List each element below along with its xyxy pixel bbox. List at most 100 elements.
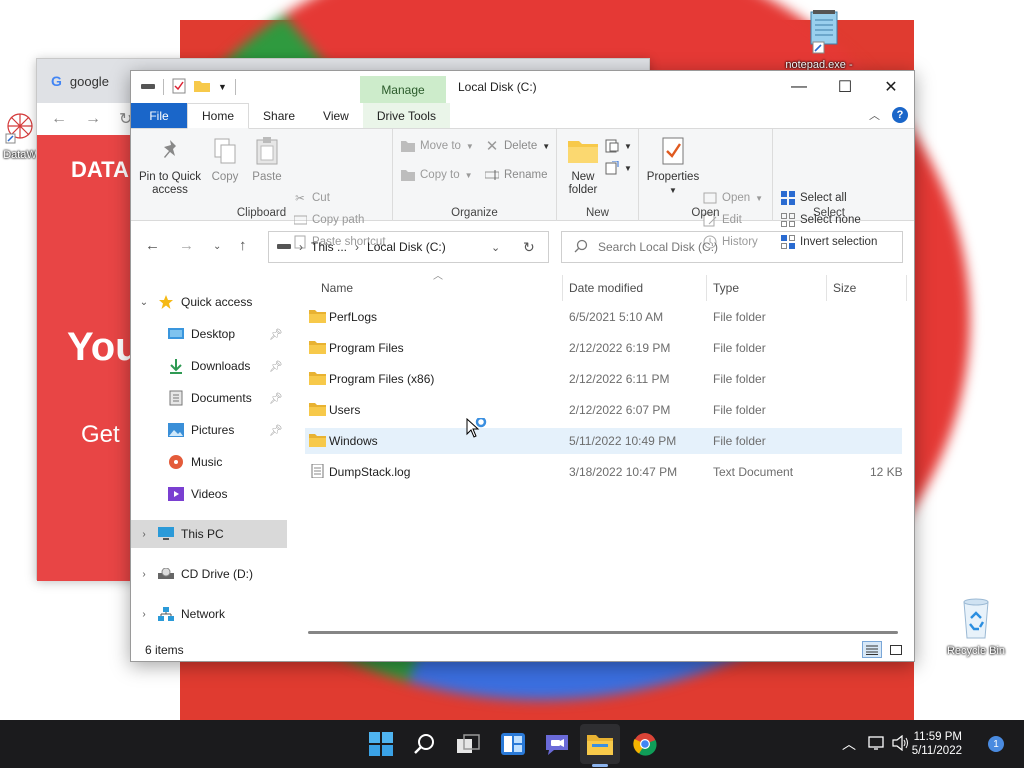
recent-locations-chevron-icon[interactable]: ⌄ bbox=[213, 241, 221, 252]
help-icon[interactable]: ? bbox=[892, 107, 908, 123]
sidebar-item-videos[interactable]: Videos bbox=[131, 480, 287, 508]
breadcrumb-local-disk[interactable]: Local Disk (C:) bbox=[367, 240, 446, 254]
manage-tab[interactable]: Manage bbox=[360, 76, 446, 103]
chevron-right-icon[interactable]: › bbox=[137, 569, 151, 580]
paste-button[interactable]: Paste bbox=[247, 135, 287, 184]
navigation-pane: ⌄ Quick access Desktop 📌︎ Downloads 📌︎ D… bbox=[131, 275, 291, 643]
tab-file[interactable]: File bbox=[131, 103, 187, 128]
maximize-button[interactable]: ☐ bbox=[822, 71, 868, 103]
breadcrumb-chevron-icon: › bbox=[355, 240, 360, 254]
file-row[interactable]: PerfLogs 6/5/2021 5:10 AM File folder bbox=[305, 304, 902, 330]
sidebar-item-downloads[interactable]: Downloads 📌︎ bbox=[131, 352, 287, 380]
search-input[interactable]: Search Local Disk (C:) bbox=[561, 231, 903, 263]
select-all-button[interactable]: Select all bbox=[781, 191, 847, 205]
details-view-icon[interactable] bbox=[862, 641, 882, 658]
chevron-right-icon[interactable]: › bbox=[137, 529, 151, 540]
window-title: Local Disk (C:) bbox=[458, 80, 537, 94]
sidebar-item-cd-drive[interactable]: › CD Drive (D:) bbox=[131, 560, 287, 588]
chevron-up-icon[interactable]: ︿ bbox=[842, 734, 856, 754]
computer-icon bbox=[157, 525, 175, 543]
qat-dropdown-icon[interactable]: ▼ bbox=[218, 82, 227, 92]
chrome-tab[interactable]: G google bbox=[51, 73, 109, 89]
forward-arrow-icon[interactable]: → bbox=[85, 110, 101, 128]
properties-button[interactable]: Properties ▼ bbox=[643, 135, 703, 197]
new-folder-qat-icon[interactable] bbox=[194, 79, 210, 95]
clipboard-group: Pin to Quick access Copy Paste ✂ Cut Copy… bbox=[131, 129, 393, 249]
drive-icon bbox=[141, 80, 155, 94]
ribbon-tabs: File Home Share View Drive Tools ︿ ? bbox=[131, 103, 914, 129]
horizontal-scrollbar[interactable] bbox=[308, 631, 898, 634]
large-icons-view-icon[interactable] bbox=[886, 641, 906, 658]
column-size[interactable]: Size bbox=[833, 275, 856, 301]
column-date-modified[interactable]: Date modified bbox=[569, 275, 643, 301]
new-item-icon bbox=[605, 139, 619, 153]
teams-chat-icon[interactable] bbox=[543, 730, 571, 758]
new-item-button[interactable]: ▼ bbox=[605, 139, 632, 153]
tab-view[interactable]: View bbox=[309, 103, 363, 128]
search-icon[interactable] bbox=[411, 730, 439, 758]
sort-arrow-icon: ︿ bbox=[433, 271, 443, 282]
windows-start-icon[interactable] bbox=[367, 730, 395, 758]
tab-home[interactable]: Home bbox=[187, 103, 250, 129]
file-row[interactable]: Program Files 2/12/2022 6:19 PM File fol… bbox=[305, 335, 902, 361]
breadcrumb-this-pc[interactable]: This ... bbox=[311, 240, 347, 254]
column-type[interactable]: Type bbox=[713, 275, 739, 301]
easy-access-button[interactable]: ▼ bbox=[605, 161, 632, 175]
tab-share[interactable]: Share bbox=[249, 103, 309, 128]
sidebar-item-music[interactable]: Music bbox=[131, 448, 287, 476]
properties-check-icon[interactable] bbox=[172, 78, 186, 97]
open-button[interactable]: Open ▼ bbox=[703, 191, 763, 205]
address-bar[interactable]: › This ... › Local Disk (C:) ⌄ ↻ bbox=[268, 231, 549, 263]
sidebar-item-network[interactable]: › Network bbox=[131, 600, 287, 628]
rename-icon bbox=[485, 168, 499, 182]
file-row[interactable]: Windows 5/11/2022 10:49 PM File folder bbox=[305, 428, 902, 454]
clock[interactable]: 11:59 PM 5/11/2022 bbox=[904, 730, 962, 758]
videos-icon bbox=[167, 485, 185, 503]
sidebar-item-pictures[interactable]: Pictures 📌︎ bbox=[131, 416, 287, 444]
sidebar-item-quick-access[interactable]: ⌄ Quick access bbox=[131, 288, 287, 316]
sidebar-item-desktop[interactable]: Desktop 📌︎ bbox=[131, 320, 287, 348]
network-tray-icon[interactable] bbox=[868, 735, 886, 754]
forward-arrow-icon[interactable]: → bbox=[179, 237, 194, 254]
new-group: New folder ▼ ▼ New bbox=[557, 129, 639, 221]
cut-button[interactable]: ✂ Cut bbox=[293, 191, 330, 205]
task-view-icon[interactable] bbox=[455, 730, 483, 758]
copy-to-button[interactable]: Copy to ▼ bbox=[401, 168, 473, 182]
file-row[interactable]: Users 2/12/2022 6:07 PM File folder bbox=[305, 397, 902, 423]
notification-badge[interactable]: 1 bbox=[988, 736, 1004, 752]
sidebar-item-documents[interactable]: Documents 📌︎ bbox=[131, 384, 287, 412]
folder-icon bbox=[309, 372, 326, 385]
delete-button[interactable]: ✕ Delete ▼ bbox=[485, 138, 550, 155]
file-explorer-window[interactable]: ▼ Manage Local Disk (C:) — ☐ ✕ File Home… bbox=[130, 70, 915, 662]
sidebar-item-this-pc[interactable]: › This PC bbox=[131, 520, 287, 548]
rename-button[interactable]: Rename bbox=[485, 168, 547, 182]
refresh-icon[interactable]: ↻ bbox=[523, 239, 535, 256]
new-folder-button[interactable]: New folder bbox=[563, 135, 603, 197]
copy-button[interactable]: Copy bbox=[205, 135, 245, 184]
chrome-icon[interactable] bbox=[631, 730, 659, 758]
address-dropdown-icon[interactable]: ⌄ bbox=[491, 241, 500, 254]
back-arrow-icon[interactable]: ← bbox=[145, 237, 160, 254]
file-row[interactable]: Program Files (x86) 2/12/2022 6:11 PM Fi… bbox=[305, 366, 902, 392]
up-arrow-icon[interactable]: ↑ bbox=[239, 237, 247, 254]
taskbar: ︿ 11:59 PM 5/11/2022 1 bbox=[0, 720, 1024, 768]
back-arrow-icon[interactable]: ← bbox=[51, 110, 67, 128]
pin-to-quick-access-button[interactable]: Pin to Quick access bbox=[137, 135, 203, 197]
search-icon bbox=[574, 239, 588, 256]
widgets-icon[interactable] bbox=[499, 730, 527, 758]
file-row[interactable]: DumpStack.log 3/18/2022 10:47 PM Text Do… bbox=[305, 459, 903, 485]
desktop-icon-dataw[interactable]: DataW bbox=[0, 108, 40, 161]
move-to-button[interactable]: Move to ▼ bbox=[401, 139, 474, 153]
page-heading: DATA bbox=[71, 157, 129, 182]
close-button[interactable]: ✕ bbox=[868, 71, 914, 103]
file-explorer-icon[interactable] bbox=[586, 730, 614, 758]
title-bar[interactable]: ▼ Manage Local Disk (C:) — ☐ ✕ bbox=[131, 71, 914, 103]
minimize-button[interactable]: — bbox=[776, 71, 822, 103]
desktop-icon-recycle-bin[interactable]: Recycle Bin bbox=[940, 596, 1012, 657]
column-name[interactable]: Name bbox=[321, 275, 353, 301]
desktop-icon-notepad[interactable]: notepad.exe - bbox=[780, 8, 858, 71]
chevron-right-icon[interactable]: › bbox=[137, 609, 151, 620]
tab-drive-tools[interactable]: Drive Tools bbox=[362, 103, 450, 128]
collapse-ribbon-icon[interactable]: ︿ bbox=[869, 107, 880, 123]
chevron-down-icon[interactable]: ⌄ bbox=[137, 297, 151, 308]
